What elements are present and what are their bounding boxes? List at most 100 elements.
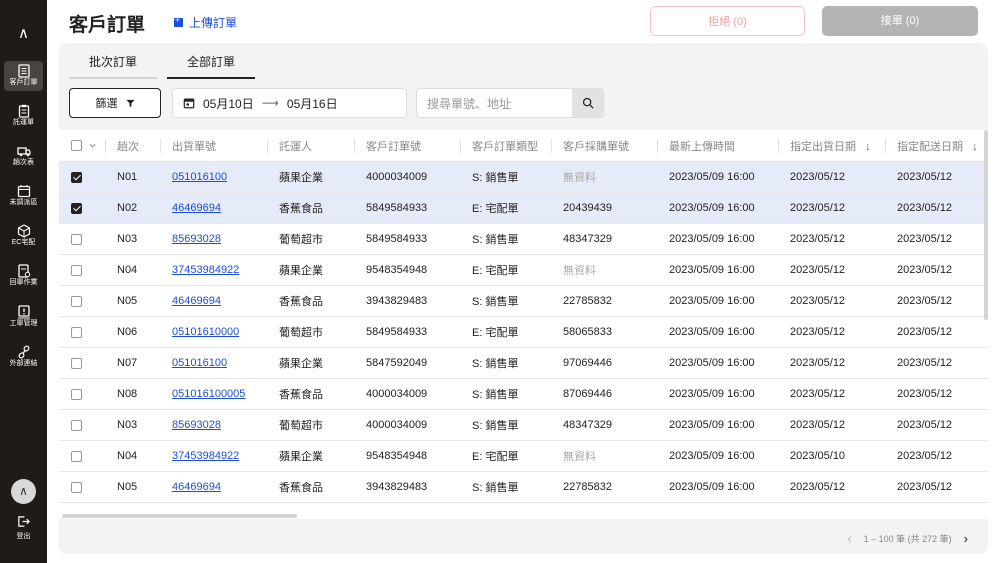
column-header-po-no[interactable]: 客戶採購單號 [551, 130, 657, 162]
avatar-logo: ∧ [19, 484, 28, 498]
chevron-down-icon[interactable] [89, 143, 96, 148]
sidebar-item-label: 回單作業 [9, 279, 38, 286]
cell-shipment-no[interactable]: 37453984922 [160, 254, 267, 286]
cell-shipment-no[interactable]: 05101610000 [160, 316, 267, 348]
column-header-trip[interactable]: 趟次 [105, 130, 160, 162]
row-checkbox[interactable] [71, 295, 82, 307]
cell-shipment-no[interactable]: 46469694 [160, 285, 267, 317]
cell-shipper: 蘋果企業 [267, 347, 354, 379]
sort-down-icon[interactable]: ↓ [865, 141, 871, 153]
row-checkbox[interactable] [71, 264, 82, 276]
accept-button[interactable]: 接單 (0) [822, 6, 978, 36]
cell-shipper: 香蕉食品 [267, 378, 354, 410]
tab-all-orders[interactable]: 全部訂單 [167, 53, 255, 79]
cell-ship-date-text: 2023/05/12 [790, 481, 846, 493]
shipment-link[interactable]: 37453984922 [172, 264, 239, 276]
sidebar-item-unassigned[interactable]: 未調派區 [4, 181, 43, 211]
reject-button[interactable]: 拒絕 (0) [650, 6, 805, 36]
next-page-button[interactable]: › [964, 531, 968, 546]
cell-shipment-no[interactable]: 85693028 [160, 409, 267, 441]
sidebar-item-waybill[interactable]: 託運單 [4, 101, 43, 131]
cell-shipment-no[interactable]: 46469694 [160, 471, 267, 503]
sidebar-item-customer-orders[interactable]: 客戶訂單 [4, 61, 43, 91]
table-row[interactable]: N01 051016100 蘋果企業 4000034009 S: 銷售單 無資料 2023/… [59, 161, 988, 193]
sidebar-item-receipts[interactable]: 回單作業 [4, 261, 43, 291]
table-row[interactable]: N03 85693028 葡萄超市 4000034009 S: 銷售單 48347329 2… [59, 409, 988, 441]
cell-order-type: S: 銷售單 [460, 285, 551, 317]
row-checkbox[interactable] [71, 357, 82, 369]
sidebar-item-label: 趟次表 [13, 159, 34, 166]
cell-shipment-no[interactable]: 051016100005 [160, 378, 267, 410]
column-header-shipment-no[interactable]: 出貨單號 [160, 130, 267, 162]
prev-page-button[interactable]: ‹ [847, 531, 851, 546]
select-all-checkbox[interactable] [71, 140, 82, 152]
column-header-customer-order-no[interactable]: 客戶訂單號 [354, 130, 460, 162]
row-checkbox[interactable] [71, 450, 82, 462]
cell-shipment-no[interactable]: 051016100 [160, 347, 267, 379]
table-row[interactable]: N06 05101610000 葡萄超市 5849584933 E: 宅配單 580658… [59, 316, 988, 348]
row-checkbox[interactable] [71, 202, 82, 214]
shipment-link[interactable]: 85693028 [172, 419, 221, 431]
table-row[interactable]: N05 46469694 香蕉食品 3943829483 S: 銷售單 22785832 2… [59, 471, 988, 503]
table-row[interactable]: N05 46469694 香蕉食品 3943829483 S: 銷售單 22785832 2… [59, 285, 988, 317]
shipment-link[interactable]: 46469694 [172, 295, 221, 307]
table-row[interactable]: N04 37453984922 蘋果企業 9548354948 E: 宅配單 無資料 202… [59, 254, 988, 286]
tab-label: 批次訂單 [88, 55, 137, 69]
cell-trip-text: N03 [117, 419, 138, 431]
cell-shipment-no[interactable]: 37453984922 [160, 440, 267, 472]
sidebar-item-ec-delivery[interactable]: EC宅配 [4, 221, 43, 251]
row-checkbox[interactable] [71, 388, 82, 400]
row-checkbox[interactable] [71, 326, 82, 338]
cell-delivery-date: 2023/05/12 [885, 254, 988, 286]
cell-shipment-no[interactable]: 85693028 [160, 223, 267, 255]
row-checkbox[interactable] [71, 233, 82, 245]
shipment-link[interactable]: 051016100 [172, 171, 227, 183]
logout-button[interactable]: 登出 [4, 515, 43, 541]
shipment-link[interactable]: 051016100 [172, 357, 227, 369]
search-input[interactable] [417, 89, 579, 117]
date-range-picker[interactable]: 05月10日 ⟶ 05月16日 [172, 88, 407, 118]
table-row[interactable]: N04 37453984922 蘋果企業 9548354948 E: 宅配單 無資料 202… [59, 440, 988, 472]
avatar[interactable]: ∧ [11, 479, 36, 504]
shipment-link[interactable]: 37453984922 [172, 450, 239, 462]
row-select-cell [59, 254, 105, 286]
cell-customer-order-no: 5847592049 [354, 347, 460, 379]
filter-button[interactable]: 篩選 [69, 88, 161, 118]
select-all-header[interactable] [59, 130, 105, 162]
column-header-ship-date[interactable]: 指定出貨日期 ↓ [778, 130, 885, 162]
tab-batch-orders[interactable]: 批次訂單 [69, 53, 157, 79]
orders-table: 趟次 出貨單號 託運人 客戶訂單號 客戶訂單類型 客戶採購單號 最新上傳時間 指… [59, 130, 988, 519]
vertical-scrollbar[interactable] [984, 130, 988, 320]
cell-ship-date-text: 2023/05/10 [790, 450, 846, 462]
column-header-shipper[interactable]: 託運人 [267, 130, 354, 162]
sort-down-icon[interactable]: ↓ [972, 141, 978, 153]
shipment-link[interactable]: 46469694 [172, 481, 221, 493]
table-row[interactable]: N03 85693028 葡萄超市 5849584933 S: 銷售單 48347329 2… [59, 223, 988, 255]
horizontal-scrollbar[interactable] [62, 514, 297, 518]
table-row[interactable]: N02 46469694 香蕉食品 5849584933 E: 宅配單 20439439 2… [59, 192, 988, 224]
shipment-link[interactable]: 05101610000 [172, 326, 239, 338]
cell-shipment-no[interactable]: 46469694 [160, 192, 267, 224]
sidebar-item-trips[interactable]: 趟次表 [4, 141, 43, 171]
cell-shipper-text: 葡萄超市 [279, 234, 323, 246]
search-button[interactable] [572, 89, 603, 117]
row-checkbox[interactable] [71, 171, 82, 183]
upload-orders-link[interactable]: 上傳訂單 [174, 14, 237, 31]
sidebar-item-external-links[interactable]: 外部連結 [4, 342, 43, 372]
table-row[interactable]: N08 051016100005 香蕉食品 4000034009 S: 銷售單 87069… [59, 378, 988, 410]
shipment-link[interactable]: 46469694 [172, 202, 221, 214]
row-checkbox[interactable] [71, 419, 82, 431]
table-row[interactable]: N07 051016100 蘋果企業 5847592049 S: 銷售單 97069446… [59, 347, 988, 379]
column-header-delivery-date[interactable]: 指定配送日期 ↓ [885, 130, 988, 162]
column-header-order-type[interactable]: 客戶訂單類型 [460, 130, 551, 162]
cell-order-type-text: S: 銷售單 [472, 420, 519, 432]
sidebar-item-work-orders[interactable]: 工單管理 [4, 302, 43, 332]
shipment-link[interactable]: 051016100005 [172, 388, 245, 400]
column-header-upload-time[interactable]: 最新上傳時間 [657, 130, 778, 162]
shipment-link[interactable]: 85693028 [172, 233, 221, 245]
cell-shipment-no[interactable]: 051016100 [160, 161, 267, 193]
cell-customer-order-no: 4000034009 [354, 378, 460, 410]
row-checkbox[interactable] [71, 481, 82, 493]
cell-po-no-text: 20439439 [563, 202, 612, 214]
cell-ship-date: 2023/05/12 [778, 254, 885, 286]
